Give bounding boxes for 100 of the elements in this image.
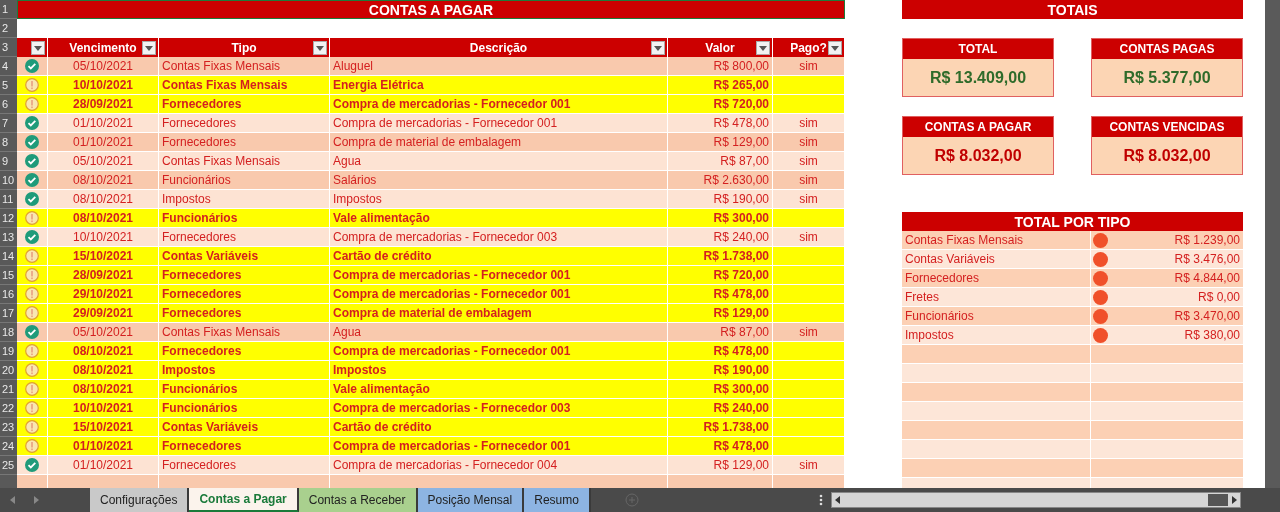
cell-text: Compra de mercadorias - Fornecedor 003 [333, 401, 571, 415]
cell-text: Fornecedores [162, 135, 237, 149]
cell-text: sim [799, 59, 818, 73]
cell-text: 08/10/2021 [72, 363, 134, 377]
cell-text: 10/10/2021 [72, 230, 134, 244]
column-header-label: Vencimento [69, 40, 137, 55]
cell-text: sim [799, 173, 818, 187]
cell-text: 29/10/2021 [72, 287, 134, 301]
cell-text: Compra de mercadorias - Fornecedor 001 [333, 287, 571, 301]
row-number: 13 [0, 228, 17, 247]
cell-text: Funcionários [162, 401, 238, 415]
scroll-left-icon[interactable] [834, 496, 840, 504]
column-header-label: Descrição [469, 40, 528, 55]
type-name: Contas Variáveis [902, 250, 1091, 268]
sheet-title: CONTAS A PAGAR [17, 0, 845, 19]
column-header-label: Tipo [231, 40, 257, 55]
column-header-label: Pago? [790, 40, 827, 55]
cell-text: Impostos [162, 363, 216, 377]
cell-text: 08/10/2021 [72, 344, 134, 358]
type-totals-title: TOTAL POR TIPO [902, 212, 1243, 231]
sheet-tab[interactable]: Configurações [90, 488, 190, 512]
cell-text: Energia Elétrica [333, 78, 424, 92]
sheet-tab[interactable]: Posição Mensal [417, 488, 525, 512]
cell-text: Impostos [333, 363, 387, 377]
filter-button[interactable] [651, 41, 665, 55]
cell-text: R$ 2.630,00 [703, 173, 769, 187]
scrollbar-thumb[interactable] [1207, 494, 1228, 506]
row-number: 19 [0, 342, 17, 361]
filter-button[interactable] [756, 41, 770, 55]
cell-text: Fornecedores [162, 97, 242, 111]
cell-text: sim [799, 192, 818, 206]
cell-text: Compra de mercadorias - Fornecedor 001 [333, 268, 571, 282]
caret-icon [759, 45, 767, 51]
cell-text: sim [799, 230, 818, 244]
filter-button[interactable] [828, 41, 842, 55]
cell-text: Compra de mercadorias - Fornecedor 001 [333, 97, 571, 111]
row-number: 14 [0, 247, 17, 266]
row-number: 3 [0, 38, 17, 57]
cell-text: R$ 129,00 [713, 135, 769, 149]
cell-text: 08/10/2021 [72, 173, 134, 187]
cell-text: R$ 240,00 [713, 401, 769, 415]
cell-text: sim [799, 154, 818, 168]
cell-text: 01/10/2021 [72, 439, 134, 453]
more-options-icon[interactable] [818, 494, 823, 506]
cell-text: Vale alimentação [333, 382, 430, 396]
row-number: 4 [0, 57, 17, 76]
type-name: Contas Fixas Mensais [902, 231, 1091, 249]
caret-icon [654, 45, 662, 51]
sheet-tab[interactable]: Resumo [524, 488, 591, 512]
scroll-right-icon[interactable] [1231, 496, 1237, 504]
type-name: Impostos [902, 326, 1091, 344]
cell-text: R$ 300,00 [713, 382, 769, 396]
cell-text: 28/09/2021 [72, 97, 134, 111]
cell-text: 10/10/2021 [72, 78, 134, 92]
card-value: R$ 8.032,00 [933, 145, 1023, 166]
caret-icon [145, 45, 153, 51]
cell-text: Cartão de crédito [333, 249, 432, 263]
row-number: 9 [0, 152, 17, 171]
sheet-tab[interactable]: Contas a Pagar [189, 488, 299, 512]
cell-text: R$ 300,00 [713, 211, 769, 225]
filter-button[interactable] [142, 41, 156, 55]
totals-title: TOTAIS [902, 0, 1243, 19]
row-number: 11 [0, 190, 17, 209]
type-value: R$ 0,00 [1197, 290, 1240, 304]
column-header-label: Valor [705, 40, 735, 55]
cell-text: R$ 190,00 [713, 192, 769, 206]
row-number: 22 [0, 399, 17, 418]
cell-text: Contas Fixas Mensais [162, 78, 288, 92]
cell-text: R$ 478,00 [713, 439, 769, 453]
row-number: 17 [0, 304, 17, 323]
cell-text: R$ 129,00 [713, 458, 769, 472]
cell-text: 29/09/2021 [72, 306, 134, 320]
cell-text: Cartão de crédito [333, 420, 432, 434]
cell-text: sim [799, 135, 818, 149]
cell-text: Impostos [333, 192, 382, 206]
horizontal-scrollbar[interactable] [830, 492, 1241, 508]
cell-text: Compra de mercadorias - Fornecedor 001 [333, 116, 558, 130]
caret-icon [316, 45, 324, 51]
filter-button[interactable] [313, 41, 327, 55]
card-value: R$ 5.377,00 [1122, 67, 1212, 88]
row-number: 20 [0, 361, 17, 380]
cell-text: R$ 478,00 [713, 287, 769, 301]
type-name: Fretes [902, 288, 1091, 306]
row-number: 1 [0, 0, 17, 19]
filter-button[interactable] [31, 41, 45, 55]
cell-text: Compra de material de embalagem [333, 135, 522, 149]
cell-text: Fornecedores [162, 116, 237, 130]
cell-text: 01/10/2021 [72, 116, 134, 130]
vertical-scrollbar[interactable] [1265, 0, 1280, 488]
cell-text: Compra de mercadorias - Fornecedor 001 [333, 344, 571, 358]
row-number: 10 [0, 171, 17, 190]
cell-text: Fornecedores [162, 458, 237, 472]
cell-text: Fornecedores [162, 344, 242, 358]
row-number: 15 [0, 266, 17, 285]
cell-text: Salários [333, 173, 377, 187]
card-title: CONTAS A PAGAR [903, 117, 1053, 137]
type-value: R$ 1.239,00 [1174, 233, 1240, 247]
cell-text: Fornecedores [162, 230, 237, 244]
cell-text: Compra de mercadorias - Fornecedor 001 [333, 439, 571, 453]
sheet-tab[interactable]: Contas a Receber [298, 488, 418, 512]
